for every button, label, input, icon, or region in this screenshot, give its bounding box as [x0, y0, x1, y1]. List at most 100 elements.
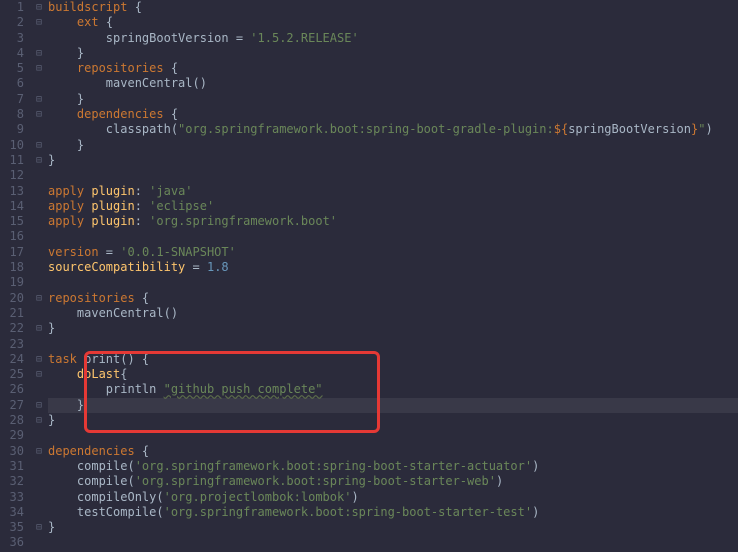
code-line[interactable]: compileOnly('org.projectlombok:lombok') [48, 490, 738, 505]
code-line[interactable] [48, 168, 738, 183]
line-number: 2 [6, 15, 24, 30]
token: println [106, 382, 164, 396]
code-line[interactable]: } [48, 321, 738, 336]
code-line[interactable]: } [48, 46, 738, 61]
token: } [77, 92, 84, 106]
code-line[interactable] [48, 229, 738, 244]
token: { [135, 444, 149, 458]
token: { [164, 61, 178, 75]
token: mavenCentral() [106, 76, 207, 90]
fold-marker[interactable]: ⊟ [32, 520, 46, 535]
token: ) [705, 122, 712, 136]
fold-marker[interactable]: ⊟ [32, 15, 46, 30]
code-line[interactable]: } [48, 398, 738, 413]
code-line[interactable] [48, 275, 738, 290]
fold-marker [32, 535, 46, 550]
token: apply [48, 199, 91, 213]
token: ext [77, 15, 99, 29]
fold-marker [32, 459, 46, 474]
code-line[interactable]: } [48, 520, 738, 535]
code-line[interactable] [48, 428, 738, 443]
line-number: 27 [6, 398, 24, 413]
token: plugin [91, 214, 134, 228]
code-line[interactable]: mavenCentral() [48, 76, 738, 91]
token: { [127, 0, 141, 14]
code-line[interactable]: } [48, 138, 738, 153]
line-number: 13 [6, 184, 24, 199]
fold-marker[interactable]: ⊟ [32, 321, 46, 336]
fold-marker[interactable]: ⊟ [32, 46, 46, 61]
token: 1.8 [207, 260, 229, 274]
code-line[interactable]: classpath("org.springframework.boot:spri… [48, 122, 738, 137]
fold-marker [32, 31, 46, 46]
fold-marker[interactable]: ⊟ [32, 444, 46, 459]
line-number: 6 [6, 76, 24, 91]
code-line[interactable]: testCompile('org.springframework.boot:sp… [48, 505, 738, 520]
token: { [120, 367, 127, 381]
code-line[interactable]: doLast{ [48, 367, 738, 382]
code-line[interactable]: } [48, 413, 738, 428]
token: print() { [77, 352, 149, 366]
token: task [48, 352, 77, 366]
fold-marker[interactable]: ⊟ [32, 92, 46, 107]
token: compile( [77, 474, 135, 488]
line-number: 30 [6, 444, 24, 459]
fold-gutter[interactable]: ⊟⊟⊟⊟⊟⊟⊟⊟⊟⊟⊟⊟⊟⊟⊟⊟ [32, 0, 46, 552]
token: repositories [77, 61, 164, 75]
line-number: 21 [6, 306, 24, 321]
fold-marker[interactable]: ⊟ [32, 398, 46, 413]
code-line[interactable]: } [48, 153, 738, 168]
fold-marker[interactable]: ⊟ [32, 138, 46, 153]
code-line[interactable] [48, 535, 738, 550]
token: mavenCentral() [77, 306, 178, 320]
token: buildscript [48, 0, 127, 14]
line-number: 19 [6, 275, 24, 290]
token: ) [496, 474, 503, 488]
token: plugin [91, 184, 134, 198]
code-line[interactable]: buildscript { [48, 0, 738, 15]
fold-marker [32, 229, 46, 244]
token: dependencies [77, 107, 164, 121]
code-line[interactable]: task print() { [48, 352, 738, 367]
code-line[interactable]: apply plugin: 'java' [48, 184, 738, 199]
code-line[interactable]: version = '0.0.1-SNAPSHOT' [48, 245, 738, 260]
token: 'org.springframework.boot:spring-boot-st… [164, 505, 532, 519]
token: "github push complete" [164, 382, 323, 396]
token: { [135, 291, 149, 305]
fold-marker[interactable]: ⊟ [32, 367, 46, 382]
fold-marker[interactable]: ⊟ [32, 61, 46, 76]
line-number: 3 [6, 31, 24, 46]
fold-marker [32, 337, 46, 352]
code-line[interactable]: mavenCentral() [48, 306, 738, 321]
code-line[interactable]: apply plugin: 'eclipse' [48, 199, 738, 214]
code-line[interactable]: } [48, 92, 738, 107]
code-line[interactable]: println "github push complete" [48, 382, 738, 397]
token: doLast [77, 367, 120, 381]
fold-marker[interactable]: ⊟ [32, 352, 46, 367]
fold-marker[interactable]: ⊟ [32, 153, 46, 168]
code-line[interactable]: sourceCompatibility = 1.8 [48, 260, 738, 275]
code-line[interactable]: apply plugin: 'org.springframework.boot' [48, 214, 738, 229]
line-number: 33 [6, 490, 24, 505]
code-line[interactable]: repositories { [48, 61, 738, 76]
code-line[interactable]: dependencies { [48, 107, 738, 122]
fold-marker[interactable]: ⊟ [32, 0, 46, 15]
code-line[interactable]: springBootVersion = '1.5.2.RELEASE' [48, 31, 738, 46]
line-number: 36 [6, 535, 24, 550]
token: apply [48, 184, 91, 198]
code-line[interactable]: compile('org.springframework.boot:spring… [48, 474, 738, 489]
fold-marker[interactable]: ⊟ [32, 413, 46, 428]
code-line[interactable]: ext { [48, 15, 738, 30]
code-line[interactable]: compile('org.springframework.boot:spring… [48, 459, 738, 474]
code-line[interactable]: dependencies { [48, 444, 738, 459]
fold-marker[interactable]: ⊟ [32, 291, 46, 306]
token: { [99, 15, 113, 29]
token: : [135, 214, 149, 228]
code-editor[interactable]: 1234567891011121314151617181920212223242… [0, 0, 738, 552]
fold-marker[interactable]: ⊟ [32, 107, 46, 122]
code-line[interactable] [48, 337, 738, 352]
token: compileOnly( [77, 490, 164, 504]
code-area[interactable]: buildscript { ext { springBootVersion = … [46, 0, 738, 552]
line-number: 18 [6, 260, 24, 275]
code-line[interactable]: repositories { [48, 291, 738, 306]
